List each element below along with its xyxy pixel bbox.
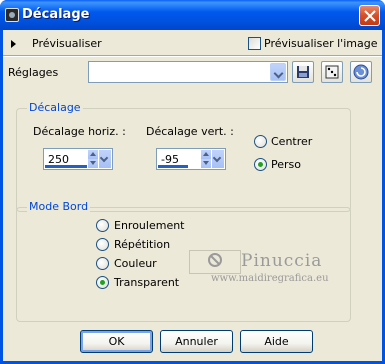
preview-image-label[interactable]: Prévisualiser l'image — [264, 37, 377, 50]
vert-offset-slider[interactable] — [158, 165, 188, 168]
radio-repetition[interactable] — [96, 238, 109, 251]
presets-dropdown[interactable] — [88, 61, 288, 83]
horiz-offset-slider[interactable] — [45, 165, 87, 168]
chevron-down-icon[interactable] — [99, 150, 111, 168]
edge-mode-group-title: Mode Bord — [27, 200, 91, 213]
chevron-down-icon[interactable] — [212, 150, 224, 168]
preview-toggle-label[interactable]: Prévisualiser — [32, 37, 102, 50]
spin-down-icon[interactable] — [201, 159, 211, 168]
spin-down-icon[interactable] — [88, 159, 98, 168]
floppy-disk-icon — [297, 66, 309, 78]
spin-up-icon[interactable] — [88, 150, 98, 159]
expand-arrow-icon[interactable] — [11, 40, 16, 48]
spin-up-icon[interactable] — [201, 150, 211, 159]
help-button[interactable]: Aide — [240, 330, 313, 353]
offset-group-title: Décalage — [27, 101, 83, 114]
chevron-down-icon[interactable] — [270, 63, 286, 81]
close-button[interactable] — [359, 5, 380, 26]
radio-centrer-label[interactable]: Centrer — [271, 135, 312, 148]
vert-offset-input[interactable]: -95 — [156, 148, 226, 170]
radio-transparent[interactable] — [96, 276, 109, 289]
radio-enroulement-label[interactable]: Enroulement — [114, 219, 185, 232]
radio-perso-label[interactable]: Perso — [271, 158, 301, 171]
horiz-offset-label: Décalage horiz. : — [33, 125, 126, 138]
vert-offset-label: Décalage vert. : — [146, 125, 234, 138]
horiz-offset-input[interactable]: 250 — [43, 148, 113, 170]
radio-perso[interactable] — [254, 158, 267, 171]
separator — [3, 55, 382, 57]
radio-centrer[interactable] — [254, 135, 267, 148]
cancel-button[interactable]: Annuler — [160, 330, 233, 353]
preview-image-checkbox[interactable] — [248, 37, 261, 50]
dialog-window: Décalage Prévisualiser Prévisualiser l'i… — [0, 0, 385, 364]
close-icon — [364, 10, 376, 22]
watermark-name: Pinuccia — [241, 251, 323, 271]
dialog-body: Prévisualiser Prévisualiser l'image Régl… — [3, 30, 382, 361]
radio-repetition-label[interactable]: Répétition — [114, 238, 170, 251]
randomize-button[interactable] — [321, 61, 343, 83]
radio-couleur-label[interactable]: Couleur — [114, 257, 157, 270]
watermark-url: www.maidiregrafica.eu — [211, 273, 329, 284]
radio-couleur[interactable] — [96, 257, 109, 270]
radio-enroulement[interactable] — [96, 219, 109, 232]
title-bar[interactable]: Décalage — [0, 0, 385, 30]
reset-button[interactable] — [350, 61, 372, 83]
app-icon — [5, 8, 19, 22]
no-symbol-icon — [208, 253, 222, 267]
presets-label: Réglages — [8, 66, 59, 79]
window-title: Décalage — [22, 7, 90, 22]
save-preset-button[interactable] — [292, 61, 314, 83]
ok-button[interactable]: OK — [80, 330, 153, 353]
dice-icon — [325, 65, 339, 79]
reset-icon — [353, 64, 369, 80]
radio-transparent-label[interactable]: Transparent — [114, 276, 179, 289]
